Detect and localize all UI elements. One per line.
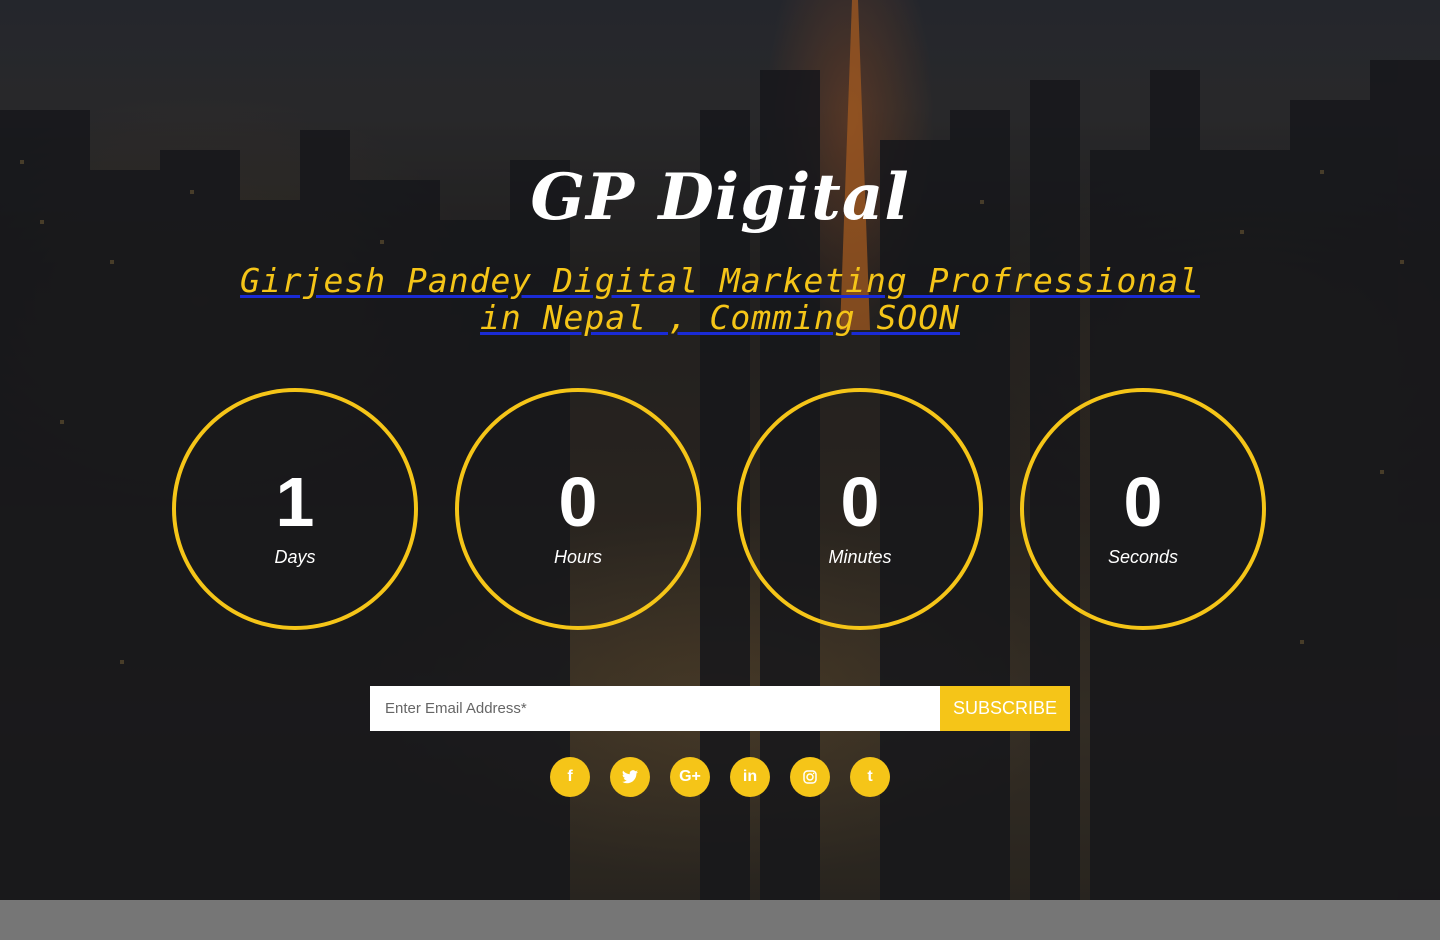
countdown-days: 1 Days: [172, 388, 418, 630]
footer-bar: [0, 900, 1440, 940]
instagram-link[interactable]: [790, 757, 830, 797]
tumblr-icon: t: [867, 768, 873, 785]
google-plus-link[interactable]: G+: [670, 757, 710, 797]
countdown-seconds: 0 Seconds: [1020, 388, 1266, 630]
twitter-icon: [622, 770, 638, 784]
hero-section: GP Digital Girjesh Pandey Digital Market…: [0, 0, 1440, 900]
page-subtitle: Girjesh Pandey Digital Marketing Profres…: [240, 261, 1200, 337]
facebook-link[interactable]: f: [550, 757, 590, 797]
countdown-minutes: 0 Minutes: [737, 388, 983, 630]
countdown-hours-label: Hours: [553, 547, 602, 567]
countdown-seconds-value: 0: [1123, 463, 1163, 541]
tumblr-link[interactable]: t: [850, 757, 890, 797]
google-plus-icon: G+: [679, 768, 701, 785]
countdown-seconds-label: Seconds: [1107, 547, 1179, 567]
facebook-icon: f: [567, 768, 573, 785]
subscribe-form: SUBSCRIBE: [370, 686, 1070, 731]
countdown-hours-value: 0: [558, 463, 598, 541]
email-field[interactable]: [370, 686, 940, 731]
page-title: GP Digital: [530, 160, 910, 235]
countdown-days-value: 1: [275, 463, 315, 541]
linkedin-icon: in: [742, 768, 758, 785]
instagram-icon: [803, 770, 817, 784]
linkedin-link[interactable]: in: [730, 757, 770, 797]
countdown-minutes-value: 0: [840, 463, 880, 541]
twitter-link[interactable]: [610, 757, 650, 797]
countdown-hours: 0 Hours: [455, 388, 701, 630]
social-links: f G+ in t: [550, 757, 890, 797]
subscribe-button[interactable]: SUBSCRIBE: [940, 686, 1070, 731]
countdown-minutes-label: Minutes: [828, 547, 892, 567]
countdown-days-label: Days: [274, 547, 316, 567]
